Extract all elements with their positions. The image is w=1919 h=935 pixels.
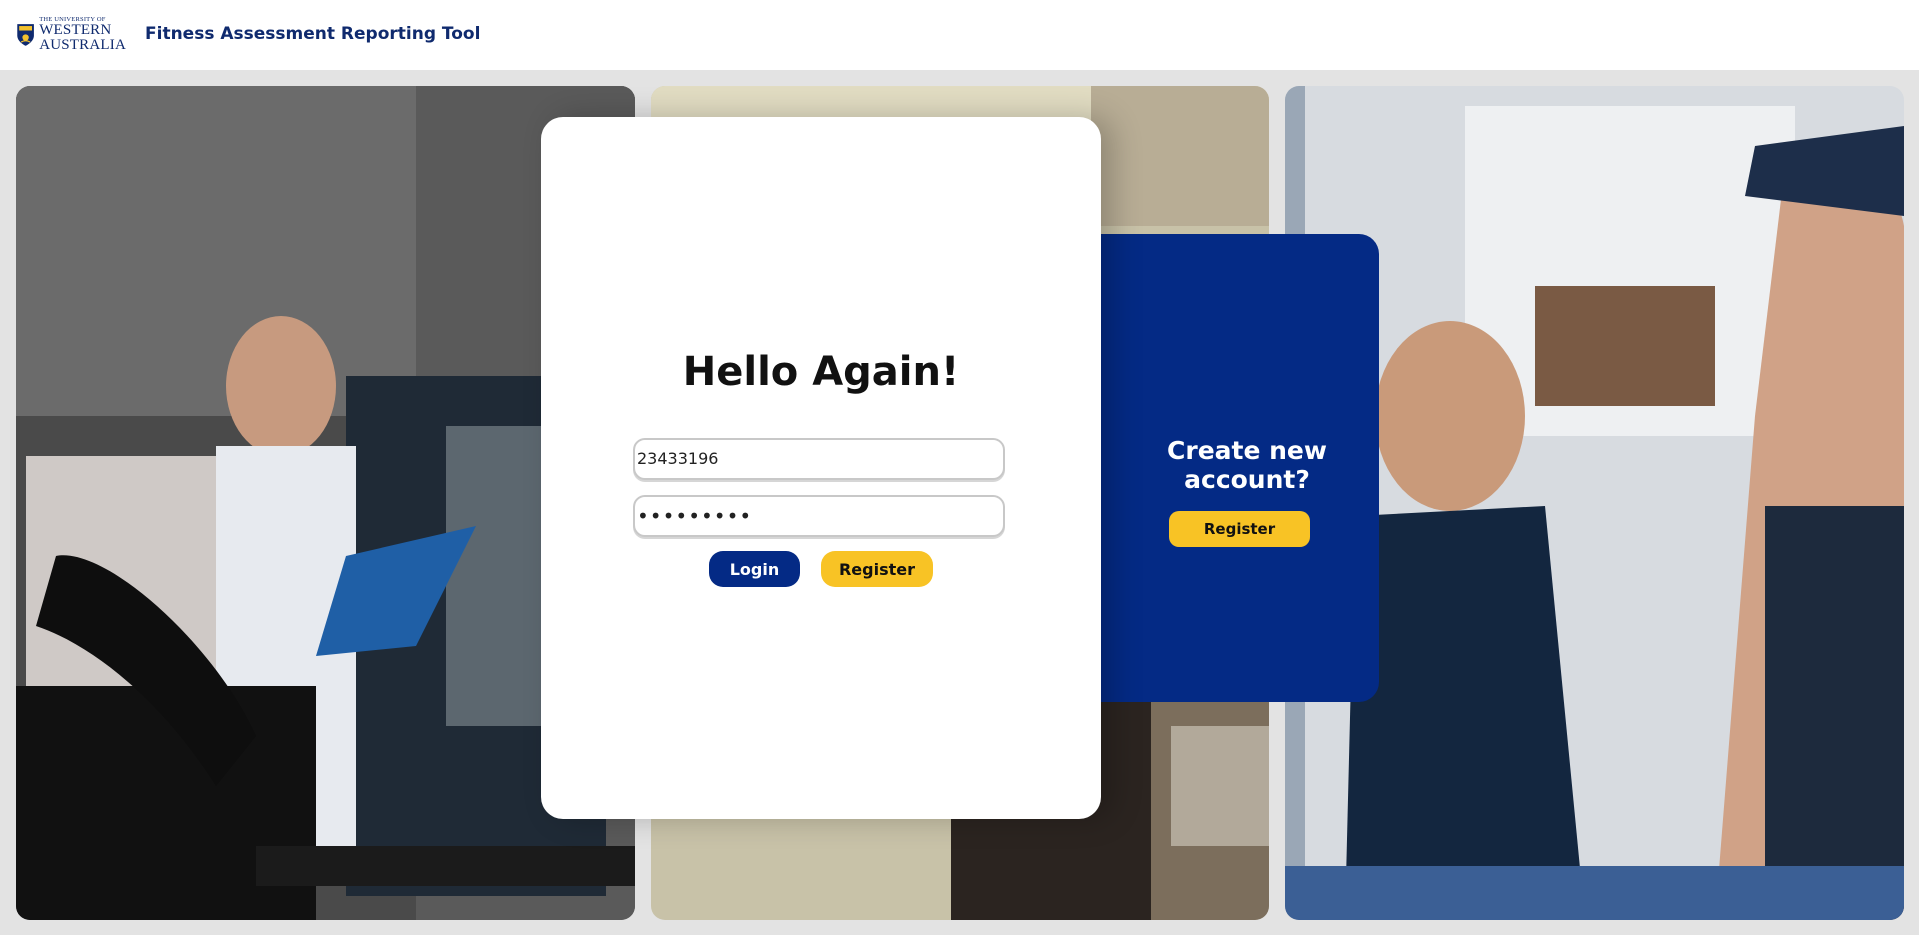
user-id-field[interactable]: 23433196 xyxy=(633,438,1005,480)
signup-register-button[interactable]: Register xyxy=(1169,511,1310,547)
app-title: Fitness Assessment Reporting Tool xyxy=(145,24,481,44)
logo-line-3: AUSTRALIA xyxy=(39,37,126,54)
password-value: ••••••••• xyxy=(637,504,753,528)
logo-wordmark: THE UNIVERSITY OF WESTERN AUSTRALIA xyxy=(39,16,126,54)
logo-line-2: WESTERN xyxy=(39,22,112,39)
create-account-prompt: Create new account? xyxy=(1167,436,1327,494)
login-heading: Hello Again! xyxy=(682,349,960,395)
user-id-value: 23433196 xyxy=(637,449,719,468)
university-logo[interactable]: THE UNIVERSITY OF WESTERN AUSTRALIA xyxy=(16,15,126,55)
login-card: Hello Again! 23433196 ••••••••• Login Re… xyxy=(541,117,1101,819)
university-crest-icon xyxy=(17,24,34,46)
top-bar: THE UNIVERSITY OF WESTERN AUSTRALIA Fitn… xyxy=(0,0,1919,70)
register-button[interactable]: Register xyxy=(821,551,933,587)
login-button[interactable]: Login xyxy=(709,551,800,587)
password-field[interactable]: ••••••••• xyxy=(633,495,1005,537)
